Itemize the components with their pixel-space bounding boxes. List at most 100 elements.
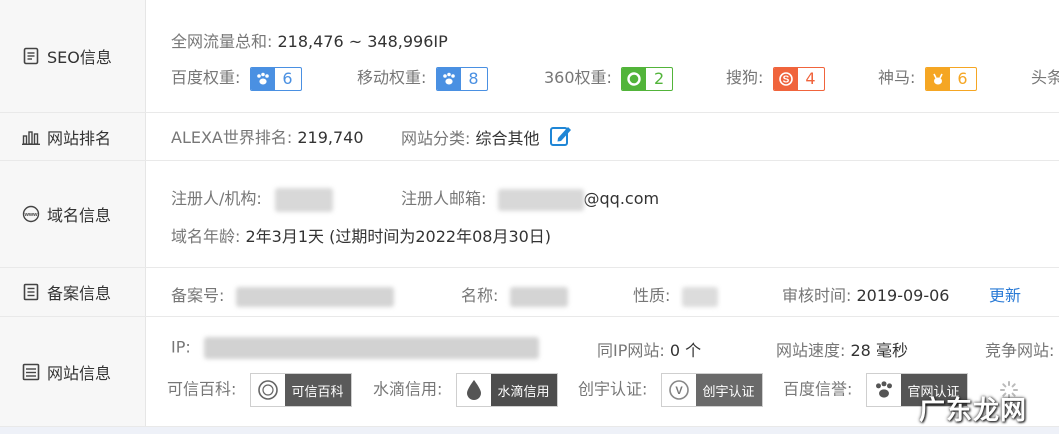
category-label: 网站分类: xyxy=(401,129,471,148)
mobile-weight-badge[interactable]: 8 xyxy=(435,66,488,91)
www-globe-icon: www xyxy=(22,205,40,223)
category-value: 综合其他 xyxy=(475,129,540,148)
ip-label: IP: xyxy=(171,337,191,357)
360-weight-value: 2 xyxy=(646,69,673,88)
shenma-weight-badge[interactable]: 6 xyxy=(924,66,977,91)
icp-nature-label: 性质: xyxy=(633,286,671,305)
cert-shuidi-text: 水滴信用 xyxy=(490,374,557,406)
mobile-weight-label: 移动权重: xyxy=(357,68,427,87)
shenma-icon xyxy=(925,67,950,90)
age-label: 域名年龄: xyxy=(171,227,241,246)
cert-kexin[interactable]: 可信百科: 可信百科 xyxy=(167,373,352,407)
site-category: 网站分类: 综合其他 xyxy=(401,124,573,152)
speed-value: 28 毫秒 xyxy=(850,341,908,360)
ip-info: IP: xyxy=(171,337,539,359)
same-ip-value: 0 个 xyxy=(669,341,702,360)
cert-shuidi-badge[interactable]: 水滴信用 xyxy=(455,373,558,407)
shenma-weight-value: 6 xyxy=(949,69,976,88)
review-value: 2019-09-06 xyxy=(856,286,950,305)
icp-name: 名称: xyxy=(461,282,568,307)
icp-number-label: 备案号: xyxy=(171,286,225,305)
icp-row-header: 备案信息 xyxy=(0,268,146,316)
document-icon xyxy=(22,47,40,65)
site-row-header: 网站信息 xyxy=(0,317,146,426)
shenma-weight[interactable]: 神马: 6 xyxy=(878,64,977,91)
registrant: 注册人/机构: xyxy=(171,185,333,212)
360-icon xyxy=(622,67,647,90)
icp-name-redacted xyxy=(509,286,568,307)
alexa-rank: ALEXA世界排名: 219,740 xyxy=(171,124,364,148)
bar-chart-icon xyxy=(22,128,40,146)
mobile-weight[interactable]: 移动权重: 8 xyxy=(357,64,488,91)
site-row-title: 网站信息 xyxy=(47,363,112,383)
update-link[interactable]: 更新 xyxy=(989,282,1021,306)
seal-icon xyxy=(251,374,285,406)
email-label: 注册人邮箱: xyxy=(401,189,487,208)
icp-row-title: 备案信息 xyxy=(47,284,112,303)
360-weight-label: 360权重: xyxy=(544,68,612,87)
edit-icon[interactable] xyxy=(549,124,573,152)
bottom-border xyxy=(0,427,1059,434)
cert-baidu-label: 百度信誉: xyxy=(783,379,853,399)
cert-chuangyu[interactable]: 创宇认证: V 创宇认证 xyxy=(578,373,763,407)
cert-kexin-text: 可信百科 xyxy=(284,374,351,406)
cert-kexin-label: 可信百科: xyxy=(167,379,237,399)
cert-shuidi[interactable]: 水滴信用: 水滴信用 xyxy=(373,373,558,407)
icp-nature: 性质: xyxy=(633,282,718,307)
email-suffix: @qq.com xyxy=(583,189,660,208)
baidu-weight-badge[interactable]: 6 xyxy=(249,66,302,91)
cert-chuangyu-text: 创宇认证 xyxy=(695,374,762,406)
domain-row: www 域名信息 注册人/机构: 注册人邮箱: @qq.com 域名年龄: 2年… xyxy=(0,161,1059,268)
review-label: 审核时间: xyxy=(782,286,852,305)
domain-age: 域名年龄: 2年3月1天 (过期时间为2022年08月30日) xyxy=(171,223,551,247)
sogou-weight[interactable]: 搜狗: S 4 xyxy=(726,64,825,91)
baidu-weight-value: 6 xyxy=(274,69,301,88)
ip-redacted xyxy=(203,337,539,359)
record-book-icon xyxy=(22,283,40,301)
domain-row-header: www 域名信息 xyxy=(0,161,146,267)
icp-name-label: 名称: xyxy=(461,286,499,305)
svg-text:S: S xyxy=(782,74,789,85)
watermark-text: 广东龙网 xyxy=(918,396,1027,426)
baidu-weight[interactable]: 百度权重: 6 xyxy=(171,64,302,91)
age-value: 2年3月1天 (过期时间为2022年08月30日) xyxy=(245,227,552,246)
traffic-value: 218,476 ~ 348,996IP xyxy=(277,32,448,51)
cert-chuangyu-label: 创宇认证: xyxy=(578,379,648,399)
mobile-weight-value: 8 xyxy=(460,69,487,88)
shenma-weight-label: 神马: xyxy=(878,68,916,87)
server-list-icon xyxy=(22,363,40,381)
alexa-value: 219,740 xyxy=(297,128,364,147)
rank-row-title: 网站排名 xyxy=(47,128,112,148)
360-weight-badge[interactable]: 2 xyxy=(621,66,674,91)
icp-number: 备案号: xyxy=(171,282,394,307)
drop-icon xyxy=(457,374,491,406)
registrant-label: 注册人/机构: xyxy=(171,189,262,208)
icp-number-redacted xyxy=(235,286,394,307)
sogou-weight-badge[interactable]: S 4 xyxy=(772,66,825,91)
svg-text:www: www xyxy=(24,212,39,218)
paw-icon xyxy=(436,67,461,90)
toutiao-weight-label: 头条 xyxy=(1031,68,1059,87)
same-ip-sites: 同IP网站: 0 个 xyxy=(597,337,701,361)
icp-row: 备案信息 备案号: 名称: 性质: 审核时间: 2019-09-06 更新 xyxy=(0,268,1059,317)
registrant-email: 注册人邮箱: @qq.com xyxy=(401,185,659,211)
email-redacted xyxy=(497,188,584,211)
site-row: 网站信息 IP: 同IP网站: 0 个 网站速度: 28 毫秒 竞争网站: 可信… xyxy=(0,317,1059,427)
360-weight[interactable]: 360权重: 2 xyxy=(544,64,674,91)
icp-review: 审核时间: 2019-09-06 xyxy=(782,282,949,306)
traffic-summary: 全网流量总和: 218,476 ~ 348,996IP xyxy=(171,28,448,52)
alexa-label: ALEXA世界排名: xyxy=(171,128,293,147)
seo-row: SEO信息 全网流量总和: 218,476 ~ 348,996IP 百度权重: … xyxy=(0,0,1059,113)
domain-row-title: 域名信息 xyxy=(47,206,112,225)
paw-icon xyxy=(250,67,275,90)
cert-chuangyu-badge[interactable]: V 创宇认证 xyxy=(660,373,763,407)
cert-kexin-badge[interactable]: 可信百科 xyxy=(249,373,352,407)
sogou-icon: S xyxy=(773,67,798,90)
sogou-weight-value: 4 xyxy=(797,69,824,88)
same-ip-label: 同IP网站: xyxy=(597,341,665,360)
baidu-weight-label: 百度权重: xyxy=(171,68,241,87)
svg-text:V: V xyxy=(675,385,683,397)
rank-row: 网站排名 ALEXA世界排名: 219,740 网站分类: 综合其他 xyxy=(0,113,1059,161)
seo-row-title: SEO信息 xyxy=(47,48,112,67)
site-speed: 网站速度: 28 毫秒 xyxy=(776,337,908,361)
